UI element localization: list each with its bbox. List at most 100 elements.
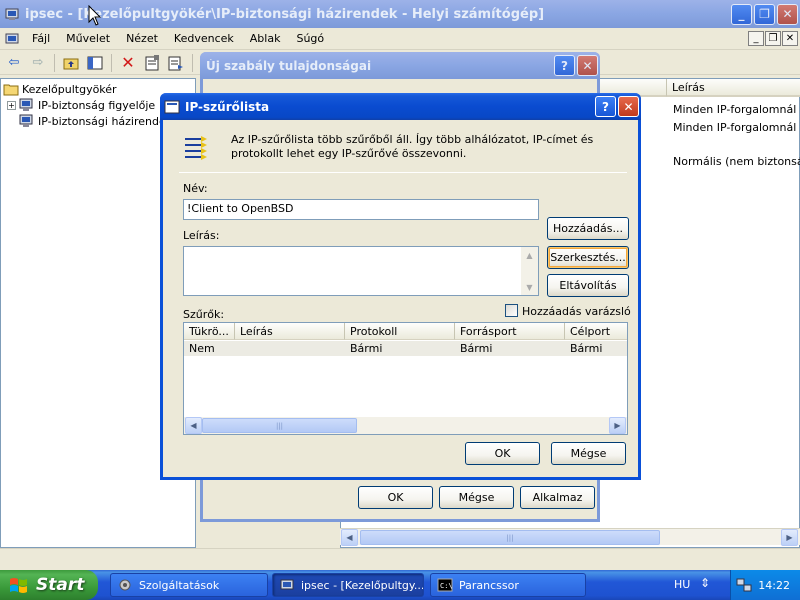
mouse-cursor-icon xyxy=(88,5,102,26)
column-header-dest-port[interactable]: Célport xyxy=(565,323,627,340)
column-header-mirrored[interactable]: Tükrö... xyxy=(184,323,235,340)
services-gear-icon xyxy=(119,579,131,591)
scroll-thumb[interactable]: ||| xyxy=(360,530,660,545)
menu-file[interactable]: Fájl xyxy=(24,32,58,45)
forward-arrow-icon[interactable]: ⇨ xyxy=(28,53,48,73)
filters-list[interactable]: Tükrö... Leírás Protokoll Forrásport Cél… xyxy=(183,322,628,435)
tree-item-label: IP-biztonsági házirendek xyxy=(38,114,173,128)
tree-item-ipsec-monitor[interactable]: + IP-biztonság figyelője xyxy=(7,97,155,113)
network-icon[interactable] xyxy=(736,577,752,593)
description-label: Leírás: xyxy=(183,229,220,242)
task-label: Szolgáltatások xyxy=(139,578,220,592)
scroll-left-icon[interactable]: ◀ xyxy=(185,417,202,434)
folder-icon xyxy=(3,84,19,96)
close-button[interactable]: ✕ xyxy=(777,3,798,25)
up-folder-icon[interactable] xyxy=(61,53,81,73)
list-row-description[interactable]: Normális (nem biztonságos xyxy=(673,155,800,168)
filter-list-large-icon xyxy=(185,136,207,160)
toolbar-separator xyxy=(111,53,112,72)
filters-horizontal-scrollbar[interactable]: ◀ ||| ▶ xyxy=(184,417,627,434)
add-button[interactable]: Hozzáadás... xyxy=(547,217,629,240)
column-header-description[interactable]: Leírás xyxy=(667,79,800,97)
cell-protocol: Bármi xyxy=(350,342,383,355)
task-ipsec[interactable]: ipsec - [Kezelőpultgy... xyxy=(272,573,424,597)
tree-item-ipsec-policies[interactable]: IP-biztonsági házirendek xyxy=(19,113,172,129)
windows-flag-icon xyxy=(10,578,27,593)
console-icon[interactable] xyxy=(4,31,20,47)
list-horizontal-scrollbar[interactable]: ◀ ||| ▶ xyxy=(340,528,800,546)
menu-help[interactable]: Súgó xyxy=(288,32,332,45)
add-wizard-checkbox[interactable] xyxy=(505,304,518,317)
scroll-down-icon[interactable]: ▼ xyxy=(521,279,538,295)
tray-arrow-icon[interactable]: ⇕ xyxy=(700,576,710,590)
policy-icon xyxy=(19,114,33,127)
cell-source-port: Bármi xyxy=(460,342,493,355)
ipsec-app-icon xyxy=(5,8,19,20)
menu-action[interactable]: Művelet xyxy=(58,32,118,45)
edit-button[interactable]: Szerkesztés... xyxy=(547,246,629,269)
child-minimize-button[interactable]: _ xyxy=(748,31,764,46)
properties-icon[interactable] xyxy=(142,53,162,73)
filter-cancel-button[interactable]: Mégse xyxy=(551,442,626,465)
add-wizard-label[interactable]: Hozzáadás varázsló xyxy=(522,305,631,318)
start-button[interactable]: Start xyxy=(0,570,98,600)
show-hide-tree-icon[interactable] xyxy=(85,53,105,73)
mmc-title: ipsec - [Kezelőpultgyökér\IP-biztonsági … xyxy=(25,6,545,22)
toolbar-separator xyxy=(54,53,55,72)
rule-cancel-button[interactable]: Mégse xyxy=(439,486,514,509)
task-command-prompt[interactable]: C:\ Parancssor xyxy=(430,573,586,597)
menu-view[interactable]: Nézet xyxy=(118,32,166,45)
menu-favorites[interactable]: Kedvencek xyxy=(166,32,242,45)
list-row-description[interactable]: Minden IP-forgalomnál min xyxy=(673,121,800,134)
tree-expand-toggle[interactable]: + xyxy=(7,100,16,110)
status-bar xyxy=(0,548,800,570)
column-header-description[interactable]: Leírás xyxy=(235,323,345,340)
close-button[interactable]: ✕ xyxy=(618,96,639,117)
scroll-right-icon[interactable]: ▶ xyxy=(609,417,626,434)
filter-ok-button[interactable]: OK xyxy=(465,442,540,465)
export-list-icon[interactable] xyxy=(166,53,186,73)
scroll-right-icon[interactable]: ▶ xyxy=(781,529,798,546)
description-textarea[interactable] xyxy=(183,246,539,296)
task-label: Parancssor xyxy=(459,578,519,592)
close-button[interactable]: ✕ xyxy=(577,55,598,76)
rule-dialog-title: Új szabály tulajdonságai xyxy=(206,58,372,73)
maximize-button[interactable]: ❐ xyxy=(754,3,775,25)
rule-ok-button[interactable]: OK xyxy=(358,486,433,509)
scroll-up-icon[interactable]: ▲ xyxy=(521,247,538,263)
column-header-protocol[interactable]: Protokoll xyxy=(345,323,455,340)
minimize-button[interactable]: _ xyxy=(731,3,752,25)
language-indicator[interactable]: HU xyxy=(674,578,690,591)
help-button[interactable]: ? xyxy=(554,55,575,76)
rule-dialog-titlebar[interactable]: Új szabály tulajdonságai ? ✕ xyxy=(200,52,600,79)
monitor-icon xyxy=(19,98,33,111)
filter-dialog-titlebar[interactable]: IP-szűrőlista ? ✕ xyxy=(160,93,641,120)
cell-mirrored: Nem xyxy=(189,342,215,355)
menu-window[interactable]: Ablak xyxy=(242,32,289,45)
mmc-titlebar[interactable]: ipsec - [Kezelőpultgyökér\IP-biztonsági … xyxy=(0,0,800,28)
child-restore-button[interactable]: ❐ xyxy=(765,31,781,46)
task-label: ipsec - [Kezelőpultgy... xyxy=(301,578,424,592)
clock[interactable]: 14:22 xyxy=(758,579,790,592)
column-header-source-port[interactable]: Forrásport xyxy=(455,323,565,340)
back-arrow-icon[interactable]: ⇦ xyxy=(4,53,24,73)
name-label: Név: xyxy=(183,182,208,195)
description-scrollbar[interactable]: ▲ ▼ xyxy=(521,247,538,295)
child-close-button[interactable]: ✕ xyxy=(782,31,798,46)
scroll-thumb[interactable]: ||| xyxy=(202,418,357,433)
remove-button[interactable]: Eltávolítás xyxy=(547,274,629,297)
help-button[interactable]: ? xyxy=(595,96,616,117)
taskbar: Start Szolgáltatások ipsec - [Kezelőpult… xyxy=(0,570,800,600)
ip-filter-list-dialog: IP-szűrőlista ? ✕ Az IP-szűrőlista több … xyxy=(160,93,641,480)
tree-root-label: Kezelőpultgyökér xyxy=(22,82,117,96)
tree-root[interactable]: Kezelőpultgyökér xyxy=(3,81,117,97)
toolbar-separator xyxy=(192,53,193,72)
delete-icon[interactable]: ✕ xyxy=(118,53,138,73)
rule-apply-button[interactable]: Alkalmaz xyxy=(520,486,595,509)
list-row-description[interactable]: Minden IP-forgalomnál min xyxy=(673,103,800,116)
scroll-left-icon[interactable]: ◀ xyxy=(341,529,358,546)
table-row[interactable]: Nem Bármi Bármi Bármi xyxy=(184,341,627,356)
ipsec-app-icon xyxy=(280,579,294,590)
name-input[interactable]: !Client to OpenBSD xyxy=(183,199,539,220)
task-services[interactable]: Szolgáltatások xyxy=(110,573,268,597)
